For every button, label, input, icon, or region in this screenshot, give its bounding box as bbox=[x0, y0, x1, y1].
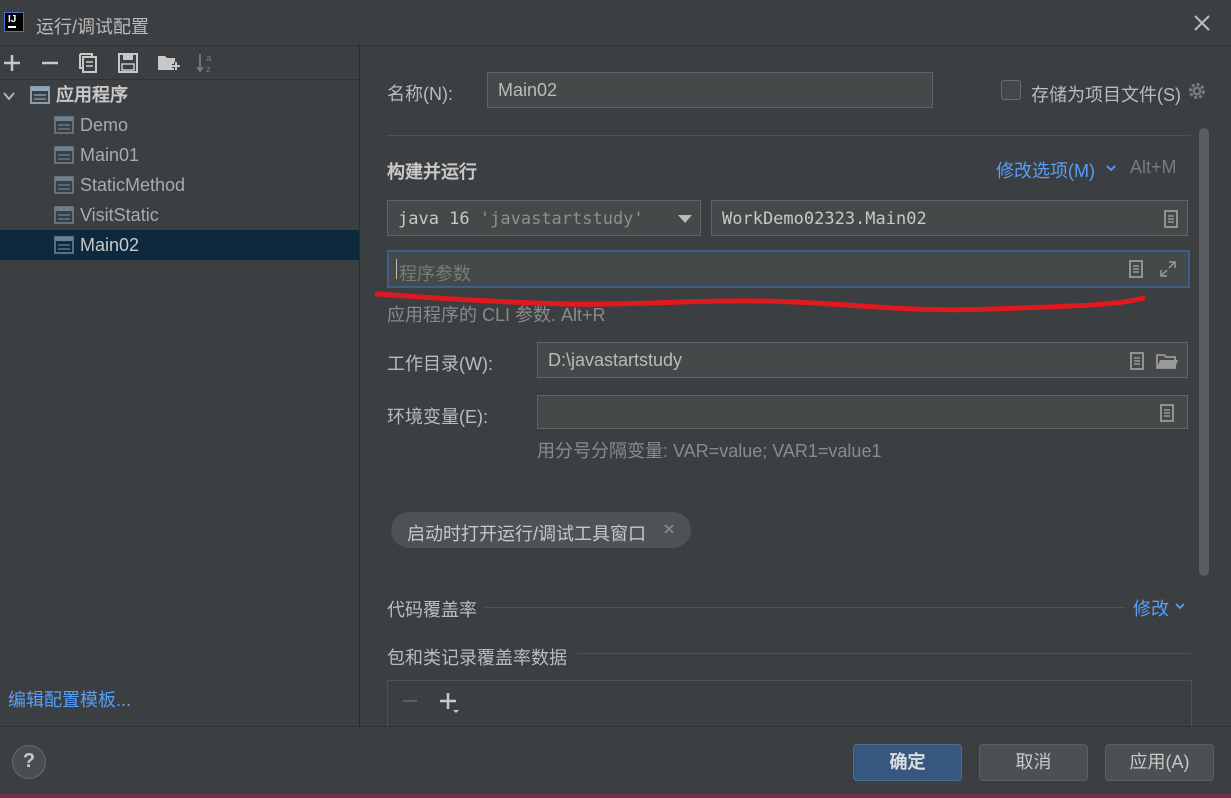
tree-item-visitstatic[interactable]: VisitStatic bbox=[0, 200, 359, 230]
chip-label: 启动时打开运行/调试工具窗口 bbox=[407, 524, 646, 544]
divider bbox=[577, 653, 1191, 654]
environment-variables-hint: 用分号分隔变量: VAR=value; VAR1=value1 bbox=[537, 441, 882, 461]
tree-item-main02[interactable]: Main02 bbox=[0, 230, 359, 260]
copy-icon[interactable] bbox=[77, 51, 101, 75]
chevron-down-icon[interactable] bbox=[1173, 599, 1187, 613]
expand-icon[interactable] bbox=[1159, 260, 1177, 278]
add-icon[interactable] bbox=[0, 51, 24, 75]
configuration-form: 名称(N): Main02 存储为项目文件(S) 构建并运行 修改选项(M) A… bbox=[361, 46, 1231, 726]
gear-icon[interactable] bbox=[1187, 81, 1207, 101]
dropdown-arrow-icon[interactable] bbox=[678, 215, 692, 223]
browse-document-icon[interactable] bbox=[1128, 352, 1146, 370]
application-icon bbox=[54, 116, 74, 134]
edit-templates-link[interactable]: 编辑配置模板... bbox=[8, 686, 131, 712]
name-label: 名称(N): bbox=[387, 84, 453, 104]
intellij-logo-icon: IJ bbox=[4, 12, 24, 32]
chevron-down-icon[interactable] bbox=[1104, 161, 1118, 175]
configurations-tree: 应用程序 Demo Main01 StaticMethod VisitStati… bbox=[0, 80, 359, 260]
window-border bbox=[0, 794, 1231, 798]
name-input[interactable]: Main02 bbox=[487, 72, 933, 108]
window-title: 运行/调试配置 bbox=[36, 17, 150, 37]
configurations-toolbar: az bbox=[0, 46, 359, 80]
build-and-run-heading: 构建并运行 bbox=[387, 162, 477, 182]
svg-text:z: z bbox=[206, 65, 211, 75]
tree-item-label: Main01 bbox=[80, 145, 140, 165]
main-class-input[interactable]: WorkDemo02323.Main02 bbox=[711, 200, 1188, 236]
modify-options-link[interactable]: 修改选项(M) bbox=[996, 157, 1095, 183]
browse-document-icon[interactable] bbox=[1127, 260, 1145, 278]
jdk-select[interactable]: java 16 'javastartstudy' bbox=[387, 200, 701, 236]
add-icon[interactable] bbox=[438, 691, 460, 713]
program-arguments-input[interactable]: 程序参数 bbox=[387, 250, 1190, 288]
title-bar: IJ 运行/调试配置 bbox=[0, 0, 1231, 46]
remove-icon[interactable] bbox=[38, 51, 62, 75]
tree-item-label: Demo bbox=[80, 115, 129, 135]
main-class-value: WorkDemo02323.Main02 bbox=[722, 209, 927, 229]
store-as-project-file-label: 存储为项目文件(S) bbox=[1031, 85, 1181, 105]
open-run-tool-window-chip[interactable]: 启动时打开运行/调试工具窗口 bbox=[391, 512, 691, 548]
working-directory-label: 工作目录(W): bbox=[387, 354, 493, 374]
chevron-down-icon[interactable] bbox=[2, 89, 16, 103]
tree-item-label: VisitStatic bbox=[80, 205, 159, 225]
code-coverage-label: 代码覆盖率 bbox=[387, 600, 477, 620]
new-folder-icon[interactable] bbox=[156, 51, 180, 75]
modify-options-shortcut: Alt+M bbox=[1130, 157, 1177, 177]
divider bbox=[485, 607, 1125, 608]
environment-variables-label: 环境变量(E): bbox=[387, 407, 488, 427]
cancel-button[interactable]: 取消 bbox=[979, 744, 1088, 781]
program-arguments-hint: 应用程序的 CLI 参数. Alt+R bbox=[387, 305, 606, 325]
coverage-modify-link[interactable]: 修改 bbox=[1133, 595, 1169, 621]
close-icon[interactable] bbox=[661, 521, 677, 537]
close-icon[interactable] bbox=[1189, 10, 1215, 36]
tree-item-application[interactable]: 应用程序 bbox=[0, 80, 359, 110]
svg-text:a: a bbox=[206, 54, 212, 64]
text-caret bbox=[396, 259, 397, 279]
name-value: Main02 bbox=[498, 80, 558, 100]
browse-document-icon[interactable] bbox=[1158, 404, 1176, 422]
package-class-list bbox=[387, 680, 1192, 726]
package-class-coverage-label: 包和类记录覆盖率数据 bbox=[387, 648, 567, 668]
browse-document-icon[interactable] bbox=[1162, 210, 1180, 228]
remove-icon bbox=[403, 700, 417, 702]
program-arguments-placeholder: 程序参数 bbox=[399, 264, 471, 284]
apply-button[interactable]: 应用(A) bbox=[1105, 744, 1214, 781]
application-icon bbox=[54, 206, 74, 224]
tree-item-label: Main02 bbox=[80, 235, 140, 255]
tree-item-staticmethod[interactable]: StaticMethod bbox=[0, 170, 359, 200]
configurations-panel: az 应用程序 Demo Main01 StaticMethod VisitSt… bbox=[0, 46, 360, 726]
tree-item-label: StaticMethod bbox=[80, 175, 186, 195]
environment-variables-input[interactable] bbox=[537, 395, 1188, 429]
store-as-project-file-checkbox[interactable] bbox=[1001, 80, 1021, 100]
working-directory-value: D:\javastartstudy bbox=[548, 350, 683, 370]
divider bbox=[387, 135, 1191, 136]
application-icon bbox=[54, 236, 74, 254]
sort-icon[interactable]: az bbox=[194, 51, 218, 75]
save-icon[interactable] bbox=[116, 51, 140, 75]
scrollbar[interactable] bbox=[1199, 128, 1209, 576]
tree-item-demo[interactable]: Demo bbox=[0, 110, 359, 140]
jdk-project: 'javastartstudy' bbox=[479, 209, 644, 229]
application-icon bbox=[54, 176, 74, 194]
folder-icon[interactable] bbox=[1156, 352, 1178, 370]
working-directory-input[interactable]: D:\javastartstudy bbox=[537, 342, 1188, 378]
help-button[interactable]: ? bbox=[12, 745, 46, 779]
dialog-footer: ? 确定 取消 应用(A) bbox=[0, 726, 1231, 798]
tree-root-label: 应用程序 bbox=[56, 85, 128, 105]
tree-item-main01[interactable]: Main01 bbox=[0, 140, 359, 170]
application-icon bbox=[54, 146, 74, 164]
ok-button[interactable]: 确定 bbox=[853, 744, 962, 781]
application-icon bbox=[30, 86, 50, 104]
jdk-value: java 16 bbox=[398, 209, 480, 229]
